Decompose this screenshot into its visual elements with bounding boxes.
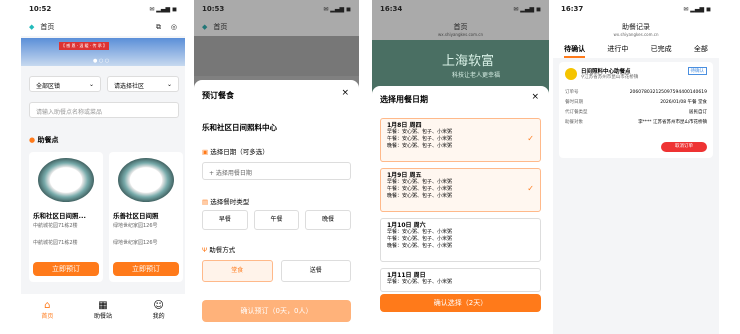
tab-in-progress[interactable]: 进行中	[607, 40, 628, 58]
meal-breakfast-button[interactable]: 早餐	[202, 210, 248, 230]
book-button[interactable]: 立即预订	[33, 262, 99, 276]
nav-bar: ◆ 首页	[194, 18, 359, 36]
day-option[interactable]: 1月9日 周五 早餐：安心粥、包子、小米粥 午餐：安心粥、包子、小米粥 晚餐：安心粥、…	[380, 168, 541, 212]
restaurant-card[interactable]: 乐和社区日间照... 中航城花园71栋2楼 中航城花园71栋2楼 立即预订	[29, 152, 103, 282]
restaurant-card[interactable]: 乐善社区日间照 绿地世纪家园126号 绿地世纪家园126号 立即预订	[109, 152, 183, 282]
tab-pending[interactable]: 待确认	[564, 40, 586, 58]
tab-completed[interactable]: 已完成	[651, 40, 672, 58]
close-icon[interactable]: ×	[341, 88, 349, 98]
check-icon: ✓	[527, 134, 534, 143]
page-title: 首页	[40, 23, 55, 31]
meal-dinner-button[interactable]: 晚餐	[305, 210, 352, 230]
signal-icons: ✉ ▂▄▆ ◼	[149, 5, 177, 13]
tab-home[interactable]: ⌂ 首页	[41, 300, 53, 334]
banner[interactable]: 【 感 恩 · 温 暖 · 传 承 】 ● ○ ○	[21, 38, 185, 66]
select-date-button[interactable]: + 选择用餐日期	[202, 162, 351, 180]
dish-image	[38, 158, 94, 202]
dish-image	[118, 158, 174, 202]
community-select[interactable]: 请选择社区 ⌄	[107, 76, 179, 92]
phone-screen-2: 10:53 ✉ ▂▄▆ ◼ ◆ 首页 预订餐食 × 乐和社区日间照料中心 ▣ 选择日…	[194, 0, 359, 334]
status-bar: 10:53 ✉ ▂▄▆ ◼	[194, 0, 359, 18]
section-title: ● 助餐点	[29, 136, 59, 144]
meal-icon: ▤	[202, 198, 209, 206]
tab-all[interactable]: 全部	[694, 40, 708, 58]
mode-label: Ψ 助餐方式	[202, 246, 236, 254]
clock: 10:52	[29, 5, 52, 13]
phone-screen-3: 16:34 ✉ ▂▄▆ ◼ 首页 wx.shiyangkes.com.cn 上海软富…	[372, 0, 549, 334]
nav-bar: ◆ 首页 ⧉ ◎	[21, 18, 185, 36]
confirm-dates-button[interactable]: 确认选择（2天）	[380, 294, 541, 312]
logo-icon: ◆	[202, 23, 208, 31]
tab-stations[interactable]: ▦ 助餐站	[94, 300, 112, 334]
status-bar: 16:37 ✉ ▂▄▆ ◼	[553, 0, 719, 18]
sheet-title: 预订餐食	[202, 91, 234, 100]
meal-label: ▤ 选择餐时类型	[202, 198, 250, 206]
phone-screen-1: 10:52 ✉ ▂▄▆ ◼ ◆ 首页 ⧉ ◎ 【 感 恩 · 温 暖 · 传 承 】 …	[21, 0, 185, 334]
nav-bar: 首页 wx.shiyangkes.com.cn	[372, 18, 549, 40]
book-button[interactable]: 立即预订	[113, 262, 179, 276]
user-icon: ☺	[153, 300, 164, 311]
logo-icon: ◆	[29, 23, 35, 31]
grid-icon: ▦	[98, 300, 108, 311]
tab-bar: ⌂ 首页 ▦ 助餐站 ☺ 我的	[21, 294, 185, 334]
more-icon[interactable]: ◎	[171, 23, 177, 31]
confirm-booking-button[interactable]: 确认预订（0天，0人）	[202, 300, 351, 322]
day-option[interactable]: 1月10日 周六 早餐：安心粥、包子、小米粥 午餐：安心粥、包子、小米粥 晚餐：安心粥…	[380, 218, 541, 262]
carousel-dots: ● ○ ○	[93, 58, 110, 64]
date-label: ▣ 选择日期（可多选）	[202, 148, 269, 156]
status-bar: 10:52 ✉ ▂▄▆ ◼	[21, 0, 185, 18]
dine-in-button[interactable]: 堂食	[202, 260, 273, 282]
cutlery-icon: Ψ	[202, 246, 208, 254]
date-picker-sheet: 选择用餐日期 × 1月8日 周四 早餐：安心粥、包子、小米粥 午餐：安心粥、包子、小…	[372, 86, 549, 334]
close-icon[interactable]: ×	[531, 92, 539, 102]
card-name: 乐善社区日间照	[113, 212, 159, 220]
meal-lunch-button[interactable]: 午餐	[253, 210, 300, 230]
order-card[interactable]: 日间照料中心助餐点 ⚲江苏省苏州市昆山市花桥镇 待确认 订单号 206078032…	[559, 62, 713, 158]
order-tabs: 待确认 进行中 已完成 全部	[553, 40, 719, 58]
dimmed-background	[194, 36, 359, 76]
card-name: 乐和社区日间照...	[33, 212, 86, 220]
location-icon: ●	[29, 136, 36, 144]
area-select[interactable]: 全部区镇 ⌄	[29, 76, 101, 92]
search-input[interactable]: 请输入助餐点名称或菜品	[29, 102, 179, 118]
status-badge: 待确认	[687, 67, 707, 75]
delivery-button[interactable]: 送餐	[280, 260, 351, 282]
calendar-icon: ▣	[202, 148, 209, 156]
day-option[interactable]: 1月8日 周四 早餐：安心粥、包子、小米粥 午餐：安心粥、包子、小米粥 晚餐：安心粥、…	[380, 118, 541, 162]
banner: 上海软富 科技让老人更幸福	[372, 40, 549, 92]
booking-sheet: 预订餐食 × 乐和社区日间照料中心 ▣ 选择日期（可多选） + 选择用餐日期 ▤…	[194, 80, 359, 334]
share-icon[interactable]: ⧉	[156, 23, 161, 32]
center-name: 乐和社区日间照料中心	[202, 123, 277, 132]
center-logo	[565, 68, 577, 80]
status-bar: 16:34 ✉ ▂▄▆ ◼	[372, 0, 549, 18]
banner-text: 【 感 恩 · 温 暖 · 传 承 】	[59, 42, 109, 50]
nav-bar: 助餐记录 wx.shiyangkes.com.cn	[553, 18, 719, 40]
tab-mine[interactable]: ☺ 我的	[153, 300, 165, 334]
cancel-order-button[interactable]: 取消订单	[661, 142, 707, 152]
check-icon: ✓	[527, 184, 534, 193]
home-icon: ⌂	[44, 300, 51, 311]
day-option[interactable]: 1月11日 周日 早餐：安心粥、包子、小米粥	[380, 268, 541, 292]
phone-screen-4: 16:37 ✉ ▂▄▆ ◼ 助餐记录 wx.shiyangkes.com.cn 待确…	[553, 0, 719, 334]
